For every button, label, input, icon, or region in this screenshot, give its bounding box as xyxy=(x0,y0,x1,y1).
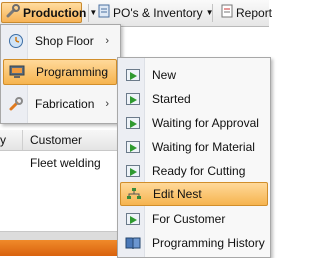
menu-item-ready-for-cutting[interactable]: Ready for Cutting xyxy=(120,158,268,184)
pos-inventory-label: PO's & Inventory xyxy=(113,5,203,20)
wrench-icon xyxy=(6,4,20,21)
wrench-icon xyxy=(5,94,27,114)
menu-item-label: Waiting for Material xyxy=(152,140,255,154)
menu-item-label: For Customer xyxy=(152,212,226,226)
menu-item-waiting-for-material[interactable]: Waiting for Material xyxy=(120,134,268,160)
reports-label: Report xyxy=(236,5,273,20)
menu-item-label: Shop Floor xyxy=(35,34,94,48)
status-arrow-icon xyxy=(122,161,144,181)
menu-item-started[interactable]: Started xyxy=(120,86,268,112)
grid-header-truncated[interactable]: y xyxy=(0,133,6,147)
customer-column-header[interactable]: Customer xyxy=(30,133,82,147)
menu-item-new[interactable]: New xyxy=(120,62,268,88)
menu-item-label: Ready for Cutting xyxy=(152,164,246,178)
production-menu-button[interactable]: Production ▼ xyxy=(1,2,97,23)
chevron-right-icon: › xyxy=(105,98,109,110)
menu-item-for-customer[interactable]: For Customer xyxy=(120,206,268,232)
menu-item-label: Programming History xyxy=(152,236,265,250)
menu-item-label: New xyxy=(152,68,177,82)
menu-item-waiting-for-approval[interactable]: Waiting for Approval xyxy=(120,110,268,136)
menu-item-programming[interactable]: Programming › xyxy=(3,59,117,85)
chevron-right-icon: › xyxy=(104,66,108,78)
menu-item-label: Fabrication xyxy=(35,97,95,111)
status-arrow-icon xyxy=(122,65,144,85)
status-arrow-icon xyxy=(122,113,144,133)
production-menu: Shop Floor › Programming › Fabrication › xyxy=(0,24,121,124)
production-label: Production xyxy=(23,5,87,20)
toolbar-separator xyxy=(88,4,89,22)
clock-gear-icon xyxy=(5,31,27,51)
menu-item-label: Waiting for Approval xyxy=(152,116,259,130)
menu-item-shop-floor[interactable]: Shop Floor › xyxy=(3,28,117,54)
menu-item-programming-history[interactable]: Programming History xyxy=(120,230,268,256)
book-icon xyxy=(122,233,144,253)
customer-cell[interactable]: Fleet welding xyxy=(30,156,101,170)
toolbar-separator xyxy=(212,4,213,22)
menu-item-label: Started xyxy=(152,92,191,106)
monitor-icon xyxy=(6,62,28,82)
menu-item-fabrication[interactable]: Fabrication › xyxy=(3,91,117,117)
chevron-right-icon: › xyxy=(105,35,109,47)
reports-menu-button[interactable]: Report xyxy=(217,2,273,23)
pos-inventory-menu-button[interactable]: PO's & Inventory ▼ xyxy=(94,2,214,23)
nest-icon xyxy=(123,184,145,204)
column-divider xyxy=(22,130,23,150)
report-icon xyxy=(221,4,233,21)
menu-item-edit-nest[interactable]: Edit Nest xyxy=(120,182,268,206)
menu-item-label: Programming xyxy=(36,65,109,79)
document-icon xyxy=(98,4,110,21)
status-arrow-icon xyxy=(122,209,144,229)
programming-submenu: New Started Waiting for Approval Waiting… xyxy=(117,57,271,258)
status-arrow-icon xyxy=(122,137,144,157)
main-toolbar: Production ▼ PO's & Inventory ▼ Report xyxy=(0,0,273,27)
menu-item-label: Edit Nest xyxy=(153,187,202,201)
status-arrow-icon xyxy=(122,89,144,109)
